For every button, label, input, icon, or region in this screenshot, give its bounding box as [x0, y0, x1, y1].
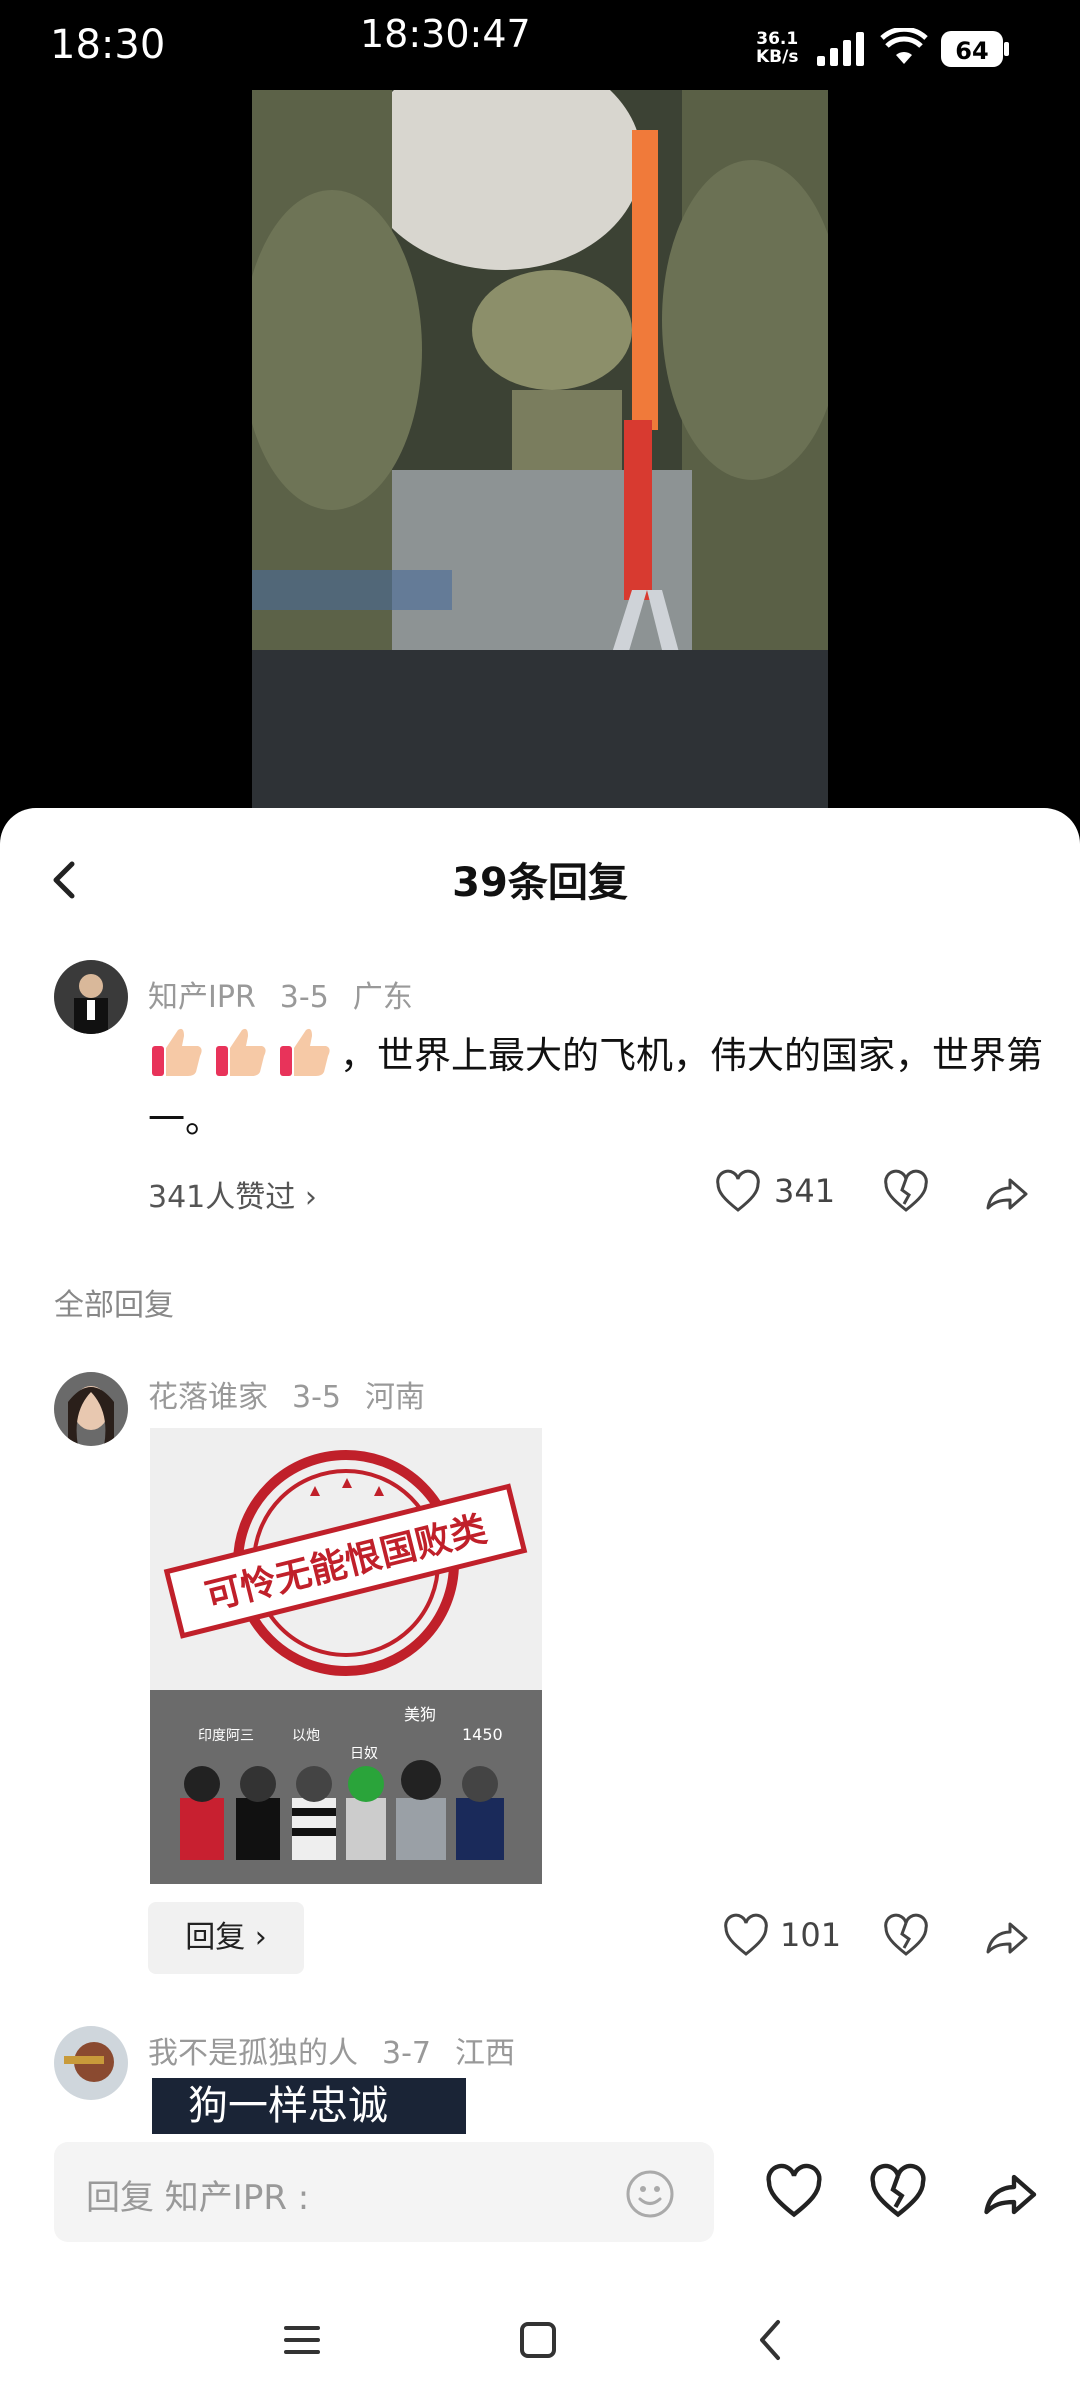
reply-button-label: 回复	[185, 1920, 246, 1955]
share-icon[interactable]	[982, 1912, 1030, 1960]
thumbs-up-emoji-icon	[280, 1028, 330, 1076]
reply-image-caption[interactable]: 狗一样忠诚	[152, 2078, 466, 2134]
share-icon[interactable]	[978, 2162, 1040, 2222]
dog-label: 日奴	[350, 1745, 378, 1762]
battery-level: 64	[955, 37, 988, 65]
sheet-title: 39条回复	[452, 860, 628, 906]
menu-icon[interactable]	[282, 2320, 322, 2360]
chevron-right-icon: ›	[304, 1180, 317, 1215]
like-count: 101	[780, 1916, 842, 1954]
network-speed-value: 36.1	[756, 29, 799, 49]
status-time: 18:30	[50, 22, 166, 68]
status-clock-seconds: 18:30:47	[360, 12, 531, 56]
avatar[interactable]	[54, 1372, 128, 1446]
share-icon[interactable]	[982, 1168, 1030, 1216]
back-nav-icon[interactable]	[752, 2318, 788, 2362]
signal-icon	[817, 32, 864, 66]
dog-label: 印度阿三	[198, 1728, 254, 1744]
like-icon[interactable]	[714, 1168, 762, 1216]
chevron-right-icon: ›	[254, 1920, 267, 1955]
reply-meta: 我不是孤独的人 3-7 江西	[148, 2028, 539, 2072]
stamp-dogs-sticker: 可怜无能恨国败类 印度阿三 以炮 日奴 美狗 1450	[150, 1428, 542, 1884]
avatar-image	[54, 2026, 128, 2100]
dog-label: 1450	[462, 1725, 503, 1744]
reply-date: 3-5	[292, 1380, 341, 1415]
home-icon[interactable]	[518, 2320, 558, 2360]
reply-username[interactable]: 我不是孤独的人	[148, 2036, 358, 2071]
avatar[interactable]	[54, 2026, 128, 2100]
like-count: 341	[774, 1172, 836, 1210]
dislike-icon[interactable]	[868, 2162, 928, 2222]
reply-meta: 花落谁家 3-5 河南	[148, 1372, 449, 1416]
dog-label: 美狗	[404, 1705, 436, 1724]
reply-button[interactable]: 回复 ›	[148, 1902, 304, 1974]
reply-input-placeholder: 回复 知产IPR :	[86, 2178, 310, 2218]
dislike-icon[interactable]	[882, 1168, 930, 1216]
reply-location: 河南	[365, 1380, 425, 1415]
comment-text: ，世界上最大的飞机，伟大的国家，世界第一。	[148, 1024, 1078, 1152]
liked-by-link[interactable]: 341人赞过 ›	[148, 1172, 317, 1216]
comment-meta: 知产IPR 3-5 广东	[148, 972, 437, 1016]
wifi-icon	[880, 28, 928, 64]
liked-by-text: 341人赞过	[148, 1180, 296, 1215]
comment-username[interactable]: 知产IPR	[148, 980, 256, 1015]
system-nav-bar	[0, 2290, 1080, 2400]
dog-label: 以炮	[292, 1728, 320, 1744]
battery-icon: 64	[941, 31, 1009, 67]
reply-date: 3-7	[382, 2036, 431, 2071]
avatar-image	[54, 960, 128, 1034]
thumbs-up-emoji-icon	[216, 1028, 266, 1076]
network-speed-unit: KB/s	[756, 47, 799, 67]
reply-sticker-image[interactable]: 可怜无能恨国败类 印度阿三 以炮 日奴 美狗 1450	[150, 1428, 542, 1884]
thumbs-up-emoji-icon	[152, 1028, 202, 1076]
dislike-icon[interactable]	[882, 1912, 930, 1960]
network-speed: 36.1 KB/s	[756, 30, 798, 66]
emoji-icon[interactable]	[624, 2168, 676, 2220]
comment-location: 广东	[352, 980, 413, 1015]
like-icon[interactable]	[764, 2162, 824, 2222]
comment-date: 3-5	[279, 980, 329, 1015]
reply-username[interactable]: 花落谁家	[148, 1380, 268, 1415]
avatar[interactable]	[54, 960, 128, 1034]
like-icon[interactable]	[722, 1912, 770, 1960]
avatar-image	[54, 1372, 128, 1446]
video-player[interactable]	[252, 90, 828, 810]
all-replies-label: 全部回复	[54, 1288, 174, 1323]
status-bar: 18:30 18:30:47 36.1 KB/s 64	[0, 0, 1080, 90]
reply-location: 江西	[455, 2036, 515, 2071]
